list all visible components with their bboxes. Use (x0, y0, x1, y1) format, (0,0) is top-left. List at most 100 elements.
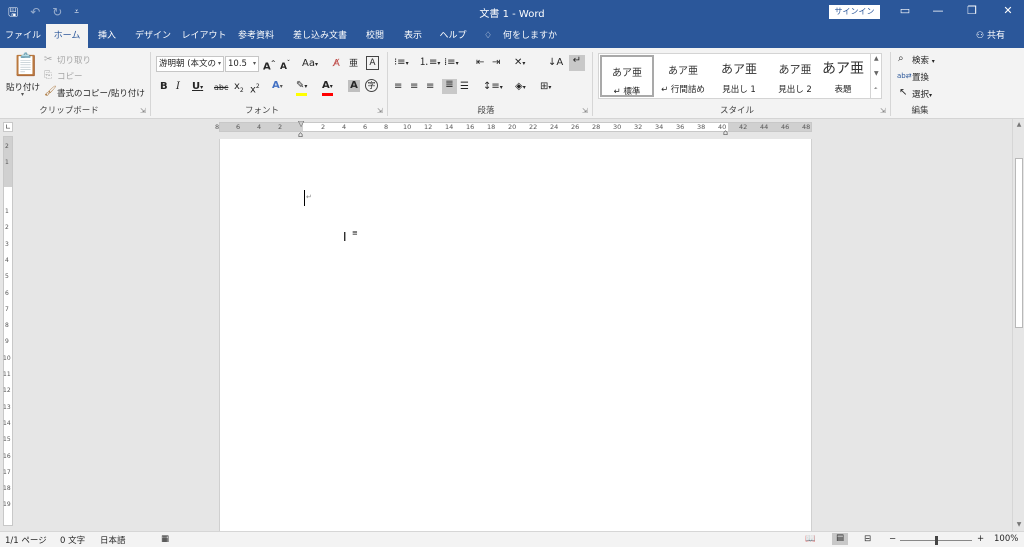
clipboard-launcher-icon[interactable]: ⇲ (140, 107, 146, 115)
distributed-icon[interactable]: ☰ (460, 81, 469, 93)
clear-formatting-icon[interactable]: A̸ (333, 58, 340, 70)
left-indent-marker[interactable]: ⌂ (298, 131, 303, 139)
web-layout-icon[interactable]: ⊟ (864, 534, 871, 544)
style-tile-heading-2[interactable]: あア亜 見出し 2 (768, 55, 822, 97)
scroll-down-arrow-icon[interactable]: ▼ (1013, 521, 1024, 528)
macro-record-icon[interactable]: ▦ (161, 534, 169, 544)
font-launcher-icon[interactable]: ⇲ (377, 107, 383, 115)
status-bar: 1/1 ページ 0 文字 日本語 ▦ 📖 ▤ ⊟ − + 100% (0, 531, 1024, 547)
tab-view[interactable]: 表示 (398, 24, 428, 48)
align-left-icon[interactable]: ≡ (394, 81, 402, 93)
italic-icon[interactable]: I (176, 81, 180, 93)
group-divider (387, 52, 388, 116)
underline-icon[interactable]: U▾ (192, 81, 203, 94)
decrease-indent-icon[interactable]: ⇤ (476, 57, 484, 69)
format-painter-icon[interactable]: 🖌 (44, 86, 57, 98)
show-formatting-marks-icon[interactable]: ↵ (569, 55, 585, 71)
multilevel-list-icon[interactable]: ⁞≡▾ (444, 57, 459, 70)
zoom-in-button[interactable]: + (977, 534, 984, 544)
tab-review[interactable]: 校閲 (360, 24, 390, 48)
tab-insert[interactable]: 挿入 (90, 24, 124, 48)
more-styles-icon[interactable]: ⩡ (874, 85, 877, 93)
language-indicator[interactable]: 日本語 (100, 534, 126, 546)
tell-me-box[interactable]: ♢ 何をしますか (484, 24, 557, 48)
read-mode-icon[interactable]: 📖 (805, 534, 816, 544)
align-right-icon[interactable]: ≡ (426, 81, 434, 93)
borders-icon[interactable]: ⊞▾ (540, 81, 551, 94)
align-center-icon[interactable]: ≡ (410, 81, 418, 93)
replace-button[interactable]: 置換 (912, 71, 929, 83)
restore-icon[interactable]: ❐ (962, 4, 982, 18)
zoom-slider-thumb[interactable] (935, 536, 938, 545)
font-size-combo[interactable]: 10.5 ▾ (225, 56, 259, 72)
highlight-icon[interactable]: ✎▾ (296, 80, 308, 96)
style-tile-title[interactable]: あア亜 表題 (816, 55, 870, 97)
change-case-icon[interactable]: Aa▾ (302, 58, 318, 71)
font-color-icon[interactable]: A▾ (322, 80, 333, 96)
minimize-icon[interactable]: — (928, 4, 948, 18)
scroll-up-icon[interactable]: ▲ (874, 55, 879, 62)
share-button[interactable]: ⚇ 共有 (976, 24, 1005, 48)
sign-in-button[interactable]: サインイン (829, 5, 880, 19)
shrink-font-icon[interactable]: Aˇ (280, 58, 290, 73)
tab-help[interactable]: ヘルプ (436, 24, 470, 48)
find-icon[interactable]: ⌕ (898, 53, 904, 65)
shading-icon[interactable]: ◈▾ (515, 81, 526, 94)
tab-design[interactable]: デザイン (130, 24, 176, 48)
tab-home[interactable]: ホーム (46, 24, 88, 48)
styles-launcher-icon[interactable]: ⇲ (880, 107, 886, 115)
scroll-thumb[interactable] (1015, 158, 1023, 328)
increase-indent-icon[interactable]: ⇥ (492, 57, 500, 69)
style-tile-heading-1[interactable]: あア亜 見出し 1 (712, 55, 766, 97)
right-indent-marker[interactable]: ⌂ (723, 129, 728, 137)
numbering-icon[interactable]: ⒈≡▾ (419, 57, 440, 70)
find-button[interactable]: 検索 ▾ (912, 54, 935, 66)
copy-icon[interactable]: ⎘ (44, 70, 52, 82)
first-line-indent-marker[interactable]: ▽ (298, 120, 304, 128)
vertical-scrollbar[interactable]: ▲ ▼ (1012, 119, 1024, 531)
justify-icon[interactable]: ≣ (442, 79, 457, 94)
superscript-icon[interactable]: x2 (250, 81, 260, 96)
clipboard-icon[interactable]: 📋 (12, 54, 39, 78)
subscript-icon[interactable]: x2 (234, 81, 244, 97)
vertical-ruler[interactable] (3, 136, 13, 526)
replace-icon[interactable]: ab⇄ (897, 70, 912, 82)
close-icon[interactable]: ✕ (998, 4, 1018, 18)
line-spacing-icon[interactable]: ↕≡▾ (483, 81, 503, 94)
tab-file[interactable]: ファイル (2, 24, 44, 48)
asian-layout-icon[interactable]: ✕▾ (514, 57, 525, 70)
enclose-characters-icon[interactable]: 字 (365, 79, 378, 92)
scroll-up-arrow-icon[interactable]: ▲ (1013, 121, 1024, 128)
tab-layout[interactable]: レイアウト (180, 24, 228, 48)
cut-button[interactable]: 切り取り (57, 54, 91, 66)
print-layout-icon[interactable]: ▤ (832, 533, 848, 545)
style-tile-normal[interactable]: あア亜 ↵ 標準 (600, 55, 654, 97)
select-cursor-icon[interactable]: ↖ (899, 87, 907, 99)
text-effects-icon[interactable]: A▾ (272, 80, 283, 93)
page-count[interactable]: 1/1 ページ (5, 534, 47, 546)
zoom-out-button[interactable]: − (889, 534, 896, 544)
scroll-down-icon[interactable]: ▼ (874, 70, 879, 77)
paragraph-launcher-icon[interactable]: ⇲ (582, 107, 588, 115)
tab-mailings[interactable]: 差し込み文書 (288, 24, 352, 48)
tab-references[interactable]: 参考資料 (232, 24, 280, 48)
ribbon-display-options-icon[interactable]: ▭ (895, 4, 915, 18)
phonetic-guide-icon[interactable]: 亜 (349, 58, 358, 70)
strikethrough-icon[interactable]: abc (214, 82, 228, 94)
sort-icon[interactable]: ↓A (548, 57, 563, 69)
paste-dropdown-icon[interactable]: ▾ (21, 91, 24, 98)
scissors-icon[interactable]: ✂ (44, 54, 52, 66)
font-name-combo[interactable]: 游明朝 (本文の ▾ (156, 56, 224, 72)
word-count[interactable]: 0 文字 (60, 534, 85, 546)
tab-selector[interactable]: ∟ (3, 122, 13, 132)
grow-font-icon[interactable]: A^ (263, 58, 276, 73)
format-painter-button[interactable]: 書式のコピー/貼り付け (57, 87, 145, 99)
copy-button[interactable]: コピー (57, 70, 83, 82)
style-tile-no-spacing[interactable]: あア亜 ↵ 行間詰め (656, 55, 710, 97)
zoom-level[interactable]: 100% (994, 534, 1018, 544)
character-shading-icon[interactable]: A (348, 80, 360, 92)
select-button[interactable]: 選択▾ (912, 88, 932, 100)
character-border-icon[interactable]: A (366, 56, 379, 70)
bullets-icon[interactable]: ⁝≡▾ (394, 57, 409, 70)
bold-icon[interactable]: B (160, 81, 168, 93)
